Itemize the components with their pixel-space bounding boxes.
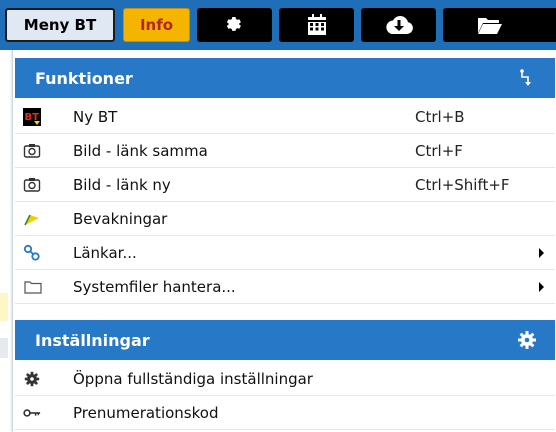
flag-icon	[24, 214, 39, 226]
menu-item-label: Systemfiler hantera...	[73, 278, 236, 296]
menu-item-lankar[interactable]: Länkar...	[15, 236, 555, 270]
branch-arrow-icon	[520, 69, 531, 86]
dropdown-menu: Funktioner BT Ny BT Ctrl+B Bild - länk s…	[12, 50, 556, 432]
folder-icon	[24, 281, 42, 294]
gear-icon	[24, 371, 40, 387]
open-folder-button[interactable]	[443, 8, 556, 42]
menu-item-oppna-installningar[interactable]: Öppna fullständiga inställningar	[15, 362, 555, 396]
camera-icon	[23, 144, 41, 158]
key-icon	[23, 409, 41, 417]
calendar-button[interactable]	[279, 8, 354, 42]
meny-bt-button[interactable]: Meny BT	[5, 8, 115, 42]
menu-item-ny-bt[interactable]: BT Ny BT Ctrl+B	[15, 100, 555, 134]
folder-open-icon	[477, 18, 502, 34]
highlight-strip	[0, 293, 8, 321]
bt-logo-icon: BT	[23, 108, 41, 126]
menu-item-shortcut: Ctrl+F	[415, 142, 463, 160]
menu-item-label: Prenumerationskod	[73, 404, 219, 422]
menu-item-systemfiler-hantera[interactable]: Systemfiler hantera...	[15, 270, 555, 304]
section-title: Inställningar	[35, 330, 150, 350]
menu-item-bild-lank-samma[interactable]: Bild - länk samma Ctrl+F	[15, 134, 555, 168]
menu-item-bild-lank-ny[interactable]: Bild - länk ny Ctrl+Shift+F	[15, 168, 555, 202]
cloud-download-button[interactable]	[361, 8, 436, 42]
section-header-installningar: Inställningar	[15, 320, 555, 360]
menu-item-prenumerationskod[interactable]: Prenumerationskod	[15, 396, 555, 430]
grey-strip	[0, 338, 8, 358]
menu-item-bevakningar[interactable]: Bevakningar	[15, 202, 555, 236]
gear-icon	[518, 331, 536, 349]
submenu-arrow-icon	[539, 282, 544, 292]
submenu-arrow-icon	[539, 248, 544, 258]
gear-icon	[226, 17, 241, 31]
menu-item-label: Bild - länk samma	[73, 142, 208, 160]
menu-item-label: Öppna fullständiga inställningar	[73, 370, 313, 388]
section-title: Funktioner	[35, 68, 133, 88]
camera-icon	[23, 178, 41, 192]
top-toolbar: Meny BT Info	[0, 0, 556, 50]
menu-item-shortcut: Ctrl+Shift+F	[415, 176, 510, 194]
info-button[interactable]: Info	[123, 8, 190, 42]
underlying-page-edge	[0, 50, 12, 432]
calendar-icon	[307, 14, 326, 35]
settings-button[interactable]	[197, 8, 272, 42]
menu-item-label: Länkar...	[73, 244, 137, 262]
menu-item-label: Ny BT	[73, 108, 118, 126]
menu-item-shortcut: Ctrl+B	[415, 108, 465, 126]
link-icon	[23, 244, 40, 261]
menu-item-label: Bevakningar	[73, 210, 168, 228]
menu-item-label: Bild - länk ny	[73, 176, 171, 194]
cloud-download-icon	[385, 15, 413, 34]
section-header-funktioner: Funktioner	[15, 58, 555, 98]
